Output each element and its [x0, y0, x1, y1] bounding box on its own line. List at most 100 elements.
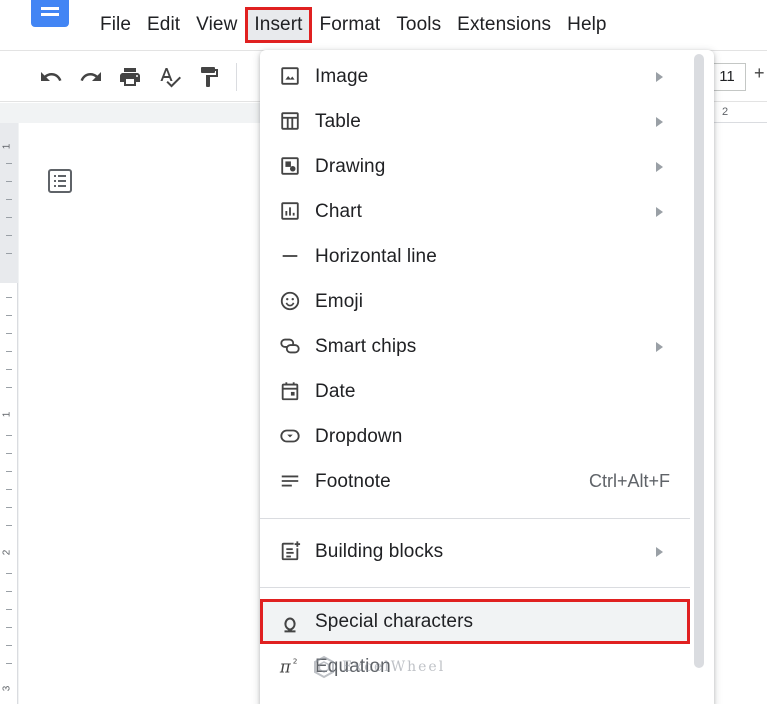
menu-scrollbar[interactable] [694, 54, 704, 668]
vertical-ruler: 1 1 2 3 [0, 123, 18, 704]
ruler-tick [6, 627, 12, 628]
menu-item-smart-chips[interactable]: Smart chips [260, 324, 690, 369]
dropdown-icon [278, 424, 302, 448]
watermark-logo: ExcelWheel [312, 654, 462, 680]
docs-logo-icon[interactable] [31, 0, 69, 27]
chart-icon [278, 199, 302, 223]
horizontal-line-icon [278, 244, 302, 268]
menu-item-label: Building blocks [315, 540, 444, 562]
spellcheck-icon[interactable] [157, 64, 183, 90]
menu-item-label: Chart [315, 200, 362, 222]
watermark-text: ExcelWheel [342, 659, 446, 675]
menu-item-table[interactable]: Table [260, 99, 690, 144]
ruler-tick [6, 525, 12, 526]
ruler-number: 1 [1, 411, 13, 418]
menu-item-drawing[interactable]: Drawing [260, 144, 690, 189]
submenu-arrow-icon [656, 161, 663, 172]
menu-insert[interactable]: Insert [245, 7, 312, 43]
menu-item-label: Horizontal line [315, 245, 437, 267]
menu-item-label: Footnote [315, 470, 391, 492]
date-icon [278, 379, 302, 403]
redo-icon[interactable] [78, 64, 104, 90]
ruler-tick [6, 663, 12, 664]
ruler-tick [6, 217, 12, 218]
toolbar-separator [236, 63, 237, 91]
ruler-tick [6, 315, 12, 316]
ruler-tick [6, 253, 12, 254]
menu-bar: File Edit View Insert Format Tools Exten… [0, 0, 767, 50]
menu-item-dropdown[interactable]: Dropdown [260, 414, 690, 459]
table-icon [278, 109, 302, 133]
ruler-number: 2 [1, 549, 13, 556]
menu-help[interactable]: Help [559, 7, 614, 43]
ruler-number: 3 [1, 685, 13, 692]
ruler-number: 2 [722, 106, 729, 118]
ruler-tick [6, 351, 12, 352]
document-outline-icon[interactable] [46, 167, 74, 195]
menu-item-special-characters[interactable]: Special characters [260, 599, 690, 644]
menu-item-label: Table [315, 110, 361, 132]
submenu-arrow-icon [656, 341, 663, 352]
menu-item-label: Drawing [315, 155, 386, 177]
ruler-tick [6, 369, 12, 370]
menu-item-label: Smart chips [315, 335, 417, 357]
menu-format[interactable]: Format [312, 7, 389, 43]
ruler-tick [6, 181, 12, 182]
menu-edit[interactable]: Edit [139, 7, 188, 43]
menu-item-date[interactable]: Date [260, 369, 690, 414]
building-blocks-icon [278, 539, 302, 563]
ruler-tick [6, 163, 12, 164]
submenu-arrow-icon [656, 116, 663, 127]
footnote-icon [278, 469, 302, 493]
print-icon[interactable] [117, 64, 143, 90]
svg-text:2: 2 [293, 656, 298, 665]
horizontal-ruler: 2 [714, 103, 767, 123]
menu-file[interactable]: File [92, 7, 139, 43]
keyboard-shortcut: Ctrl+Alt+F [588, 471, 670, 491]
smart-chips-icon [278, 334, 302, 358]
ruler-tick [6, 453, 12, 454]
ruler-tick [6, 435, 12, 436]
menu-item-building-blocks[interactable]: Building blocks [260, 529, 690, 574]
ruler-tick [6, 333, 12, 334]
ruler-tick [6, 591, 12, 592]
ruler-tick [6, 471, 12, 472]
ruler-number: 1 [1, 143, 13, 150]
menu-divider [260, 518, 690, 519]
menu-item-label: Emoji [315, 290, 364, 312]
watermark-hexagon-icon [314, 655, 334, 679]
undo-icon[interactable] [38, 64, 64, 90]
menu-item-image[interactable]: Image [260, 54, 690, 99]
menu-item-label: Special characters [315, 610, 474, 632]
menu-item-footnote[interactable]: Footnote Ctrl+Alt+F [260, 459, 690, 504]
svg-text:π: π [279, 657, 292, 676]
emoji-icon [278, 289, 302, 313]
menu-list: File Edit View Insert Format Tools Exten… [92, 0, 615, 50]
ruler-tick [6, 489, 12, 490]
menu-item-label: Dropdown [315, 425, 403, 447]
ruler-tick [6, 297, 12, 298]
menu-divider [260, 587, 690, 588]
menu-item-emoji[interactable]: Emoji [260, 279, 690, 324]
menu-item-chart[interactable]: Chart [260, 189, 690, 234]
submenu-arrow-icon [656, 206, 663, 217]
menu-view[interactable]: View [188, 7, 245, 43]
paint-format-icon[interactable] [196, 64, 222, 90]
drawing-icon [278, 154, 302, 178]
ruler-tick [6, 387, 12, 388]
submenu-arrow-icon [656, 71, 663, 82]
ruler-tick [6, 235, 12, 236]
menu-item-horizontal-line[interactable]: Horizontal line [260, 234, 690, 279]
image-icon [278, 64, 302, 88]
menu-tools[interactable]: Tools [388, 7, 449, 43]
submenu-arrow-icon [656, 546, 663, 557]
ruler-tick [6, 573, 12, 574]
omega-icon [278, 612, 302, 636]
menu-extensions[interactable]: Extensions [449, 7, 559, 43]
font-size-increase-button[interactable]: + [754, 63, 765, 84]
ruler-tick [6, 609, 12, 610]
menu-item-label: Date [315, 380, 356, 402]
ruler-tick [6, 645, 12, 646]
ruler-tick [6, 507, 12, 508]
ruler-tick [6, 199, 12, 200]
